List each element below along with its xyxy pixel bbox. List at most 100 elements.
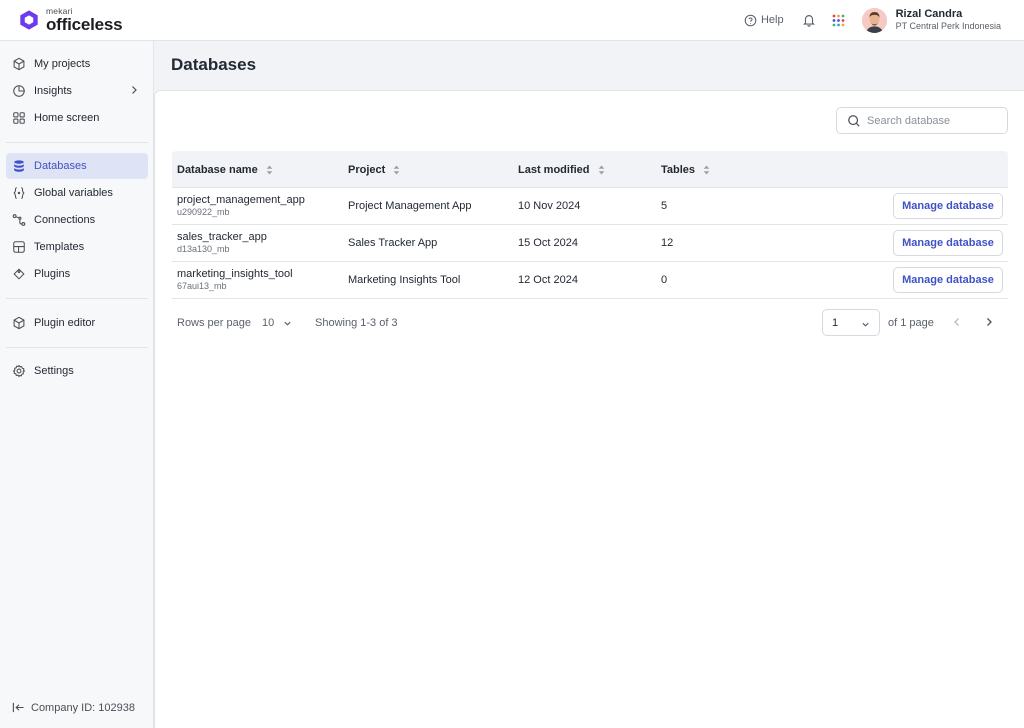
sidebar-item-templates[interactable]: Templates <box>6 234 148 260</box>
chevron-down-icon <box>284 321 291 326</box>
brand-small-text: mekari <box>46 5 73 16</box>
table-header: Database name Project Last modified Tabl… <box>172 151 1008 188</box>
sidebar-item-label: Plugin editor <box>34 317 96 329</box>
chevron-right-icon <box>132 86 137 94</box>
search-input[interactable] <box>867 114 997 127</box>
sidebar-item-insights[interactable]: Insights <box>6 78 148 104</box>
chevron-left-icon <box>954 318 959 326</box>
sidebar-item-label: Connections <box>34 214 96 226</box>
page-number-select[interactable]: 1 <box>822 309 880 336</box>
manage-database-button[interactable]: Manage database <box>893 193 1003 219</box>
database-name: sales_tracker_app <box>177 230 267 243</box>
manage-database-button[interactable]: Manage database <box>893 230 1003 256</box>
tables-count-cell: 12 <box>661 237 674 249</box>
sidebar-item-plugin-editor[interactable]: Plugin editor <box>6 310 148 336</box>
brand-name: officeless <box>46 15 123 35</box>
project-cell: Sales Tracker App <box>348 237 438 249</box>
sidebar-item-label: Settings <box>34 365 74 377</box>
column-header-label: Tables <box>661 163 696 176</box>
database-id: u290922_mb <box>177 206 230 217</box>
table-row: sales_tracker_app d13a130_mb Sales Track… <box>172 225 1008 262</box>
rows-per-page-label: Rows per page <box>177 317 251 329</box>
sidebar-item-label: Plugins <box>34 268 71 280</box>
column-header-database-name[interactable]: Database name <box>177 151 273 188</box>
sidebar-item-databases[interactable]: Databases <box>6 153 148 179</box>
manage-database-button[interactable]: Manage database <box>893 267 1003 293</box>
column-header-label: Project <box>348 163 386 176</box>
page-title: Databases <box>171 55 257 74</box>
sidebar-divider <box>6 298 148 299</box>
rows-per-page-select[interactable]: 10 <box>262 312 292 334</box>
total-pages-label: of 1 page <box>888 317 934 329</box>
grid-squares-icon <box>13 112 25 124</box>
help-button[interactable]: Help <box>744 14 784 27</box>
column-header-project[interactable]: Project <box>348 151 400 188</box>
table-pagination: Rows per page 10 Showing 1-3 of 3 1 of 1… <box>172 309 1008 337</box>
company-id-label: Company ID: 102938 <box>31 701 135 714</box>
sidebar-item-label: Templates <box>34 241 85 253</box>
column-header-last-modified[interactable]: Last modified <box>518 151 605 188</box>
user-company: PT Central Perk Indonesia <box>895 21 1001 32</box>
current-page-value: 1 <box>832 316 839 329</box>
app-grid-icon <box>832 14 845 26</box>
sidebar-item-settings[interactable]: Settings <box>6 358 148 384</box>
cube-edit-icon <box>13 316 25 330</box>
company-id[interactable]: Company ID: 102938 <box>12 701 135 714</box>
databases-table: Database name Project Last modified Tabl… <box>172 151 1008 299</box>
braces-icon <box>13 187 25 199</box>
database-icon <box>14 160 24 172</box>
user-avatar-icon <box>861 7 887 33</box>
cube-icon <box>13 57 25 71</box>
collapse-sidebar-icon <box>12 702 24 713</box>
databases-panel: Database name Project Last modified Tabl… <box>154 90 1024 728</box>
last-modified-cell: 12 Oct 2024 <box>518 274 578 286</box>
brand-logo[interactable]: mekari officeless <box>18 5 123 35</box>
sidebar-item-label: My projects <box>34 58 91 70</box>
officeless-logo-icon <box>20 10 38 30</box>
sidebar-item-connections[interactable]: Connections <box>6 207 148 233</box>
sort-icon <box>598 165 604 174</box>
user-info[interactable]: Rizal Candra PT Central Perk Indonesia <box>896 8 1001 33</box>
connections-icon <box>12 214 26 226</box>
sidebar-item-label: Insights <box>34 85 72 97</box>
help-circle-icon <box>744 14 757 26</box>
table-row: marketing_insights_tool 67aui13_mb Marke… <box>172 262 1008 299</box>
pie-chart-icon <box>13 85 25 97</box>
apps-button[interactable] <box>832 14 845 27</box>
column-header-tables[interactable]: Tables <box>661 151 710 188</box>
sidebar-item-label: Home screen <box>34 112 100 124</box>
showing-range: Showing 1-3 of 3 <box>315 317 398 329</box>
search-box[interactable] <box>836 107 1008 134</box>
sort-icon <box>393 165 400 174</box>
sidebar-item-label: Databases <box>34 160 87 172</box>
sort-icon <box>703 165 710 174</box>
sidebar-item-my-projects[interactable]: My projects <box>6 51 148 77</box>
database-name: marketing_insights_tool <box>177 267 293 280</box>
bell-icon <box>802 15 815 27</box>
sidebar-item-home-screen[interactable]: Home screen <box>6 105 148 131</box>
column-header-label: Last modified <box>518 163 590 176</box>
sidebar-item-label: Global variables <box>34 187 113 199</box>
project-cell: Project Management App <box>348 200 472 212</box>
puzzle-icon <box>13 268 25 280</box>
sidebar: My projects Insights Home screen Databas… <box>0 41 154 728</box>
project-cell: Marketing Insights Tool <box>348 274 461 286</box>
sidebar-item-global-variables[interactable]: Global variables <box>6 180 148 206</box>
tables-count-cell: 5 <box>661 200 668 212</box>
database-name: project_management_app <box>177 193 305 206</box>
tables-count-cell: 0 <box>661 274 668 286</box>
search-icon <box>848 114 860 127</box>
sort-icon <box>266 165 273 174</box>
next-page-button[interactable] <box>983 316 995 328</box>
rows-per-page-value: 10 <box>262 317 275 329</box>
sidebar-item-plugins[interactable]: Plugins <box>6 261 148 287</box>
gear-icon <box>12 364 26 378</box>
sidebar-divider <box>6 347 148 348</box>
top-bar: mekari officeless Help Rizal Candra PT C… <box>0 0 1024 41</box>
chevron-right-icon <box>987 318 992 326</box>
database-id: d13a130_mb <box>177 243 230 254</box>
last-modified-cell: 10 Nov 2024 <box>518 200 581 212</box>
previous-page-button[interactable] <box>951 316 963 328</box>
notifications-button[interactable] <box>802 13 816 27</box>
avatar[interactable] <box>861 7 887 33</box>
